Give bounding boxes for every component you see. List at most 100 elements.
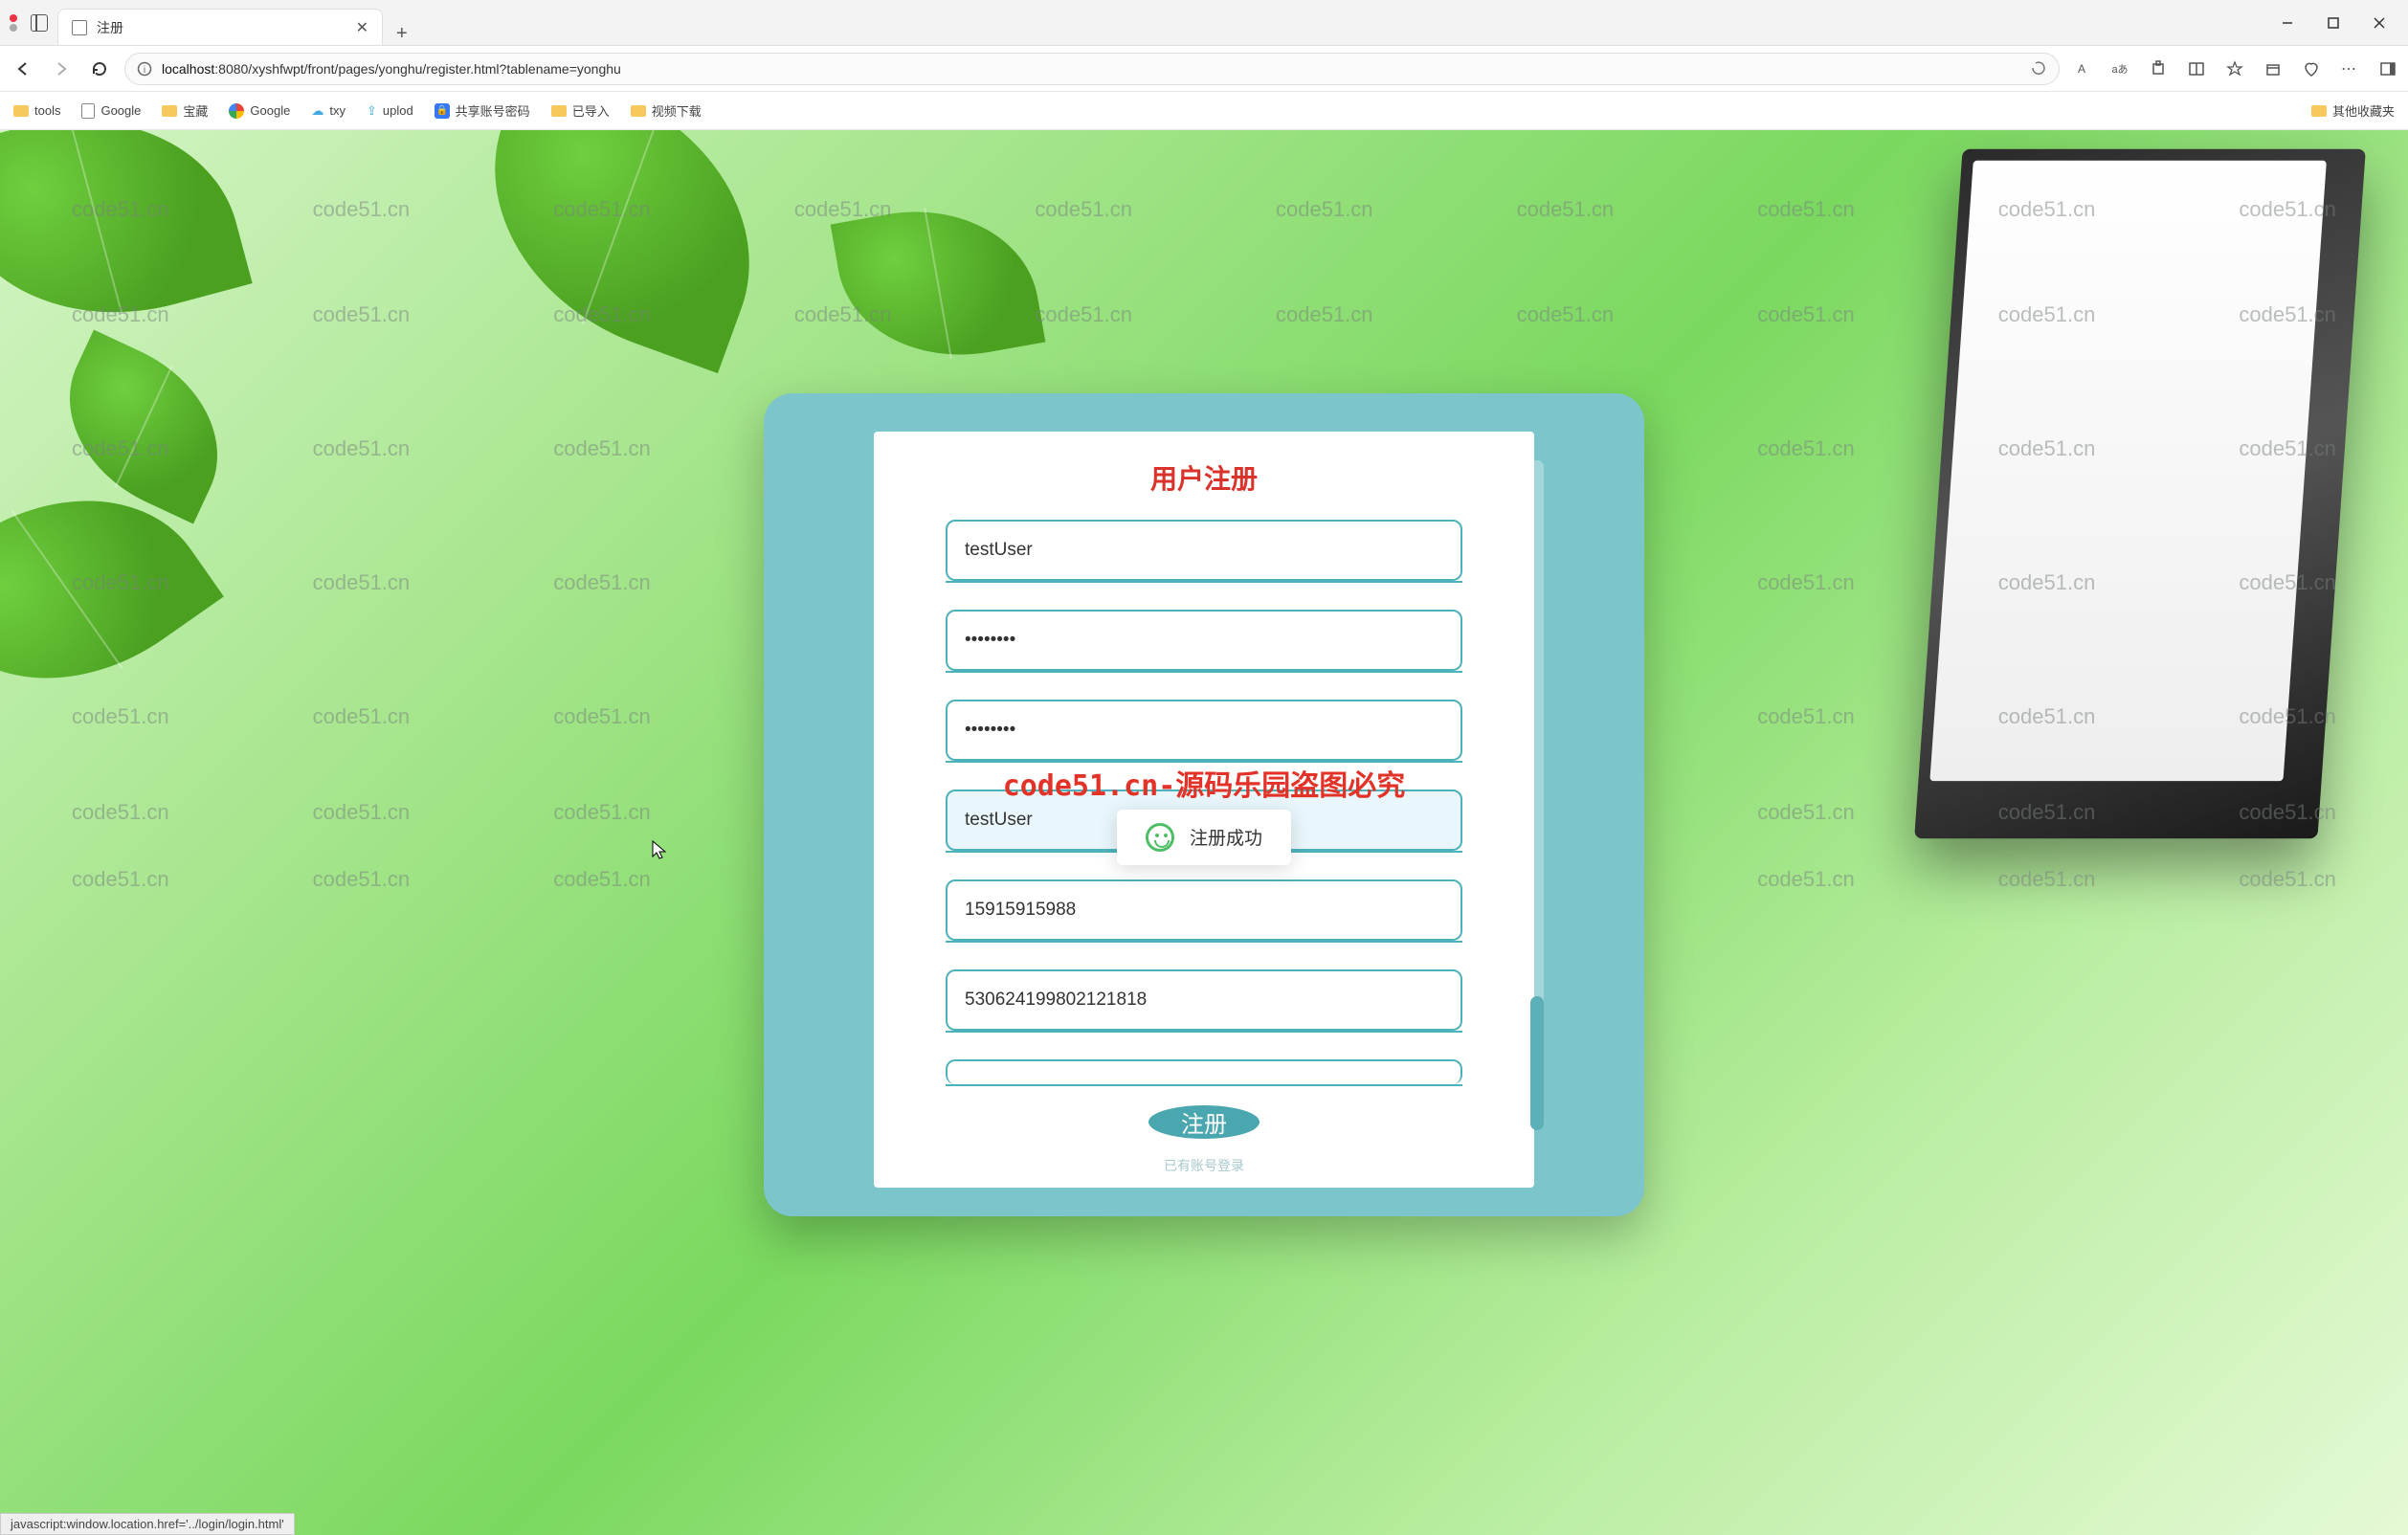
tabbar: 注册 ✕ + [57, 0, 2259, 45]
extensions-button[interactable] [2148, 58, 2169, 79]
bookmark-item[interactable]: 🔒共享账号密码 [435, 101, 530, 120]
bookmark-item[interactable]: 已导入 [551, 101, 610, 120]
back-button[interactable] [10, 56, 36, 82]
other-bookmarks[interactable]: 其他收藏夹 [2311, 101, 2395, 120]
watermark-center-text: code51.cn-源码乐园盗图必究 [1003, 762, 1406, 804]
picture-frame-decoration [1914, 149, 2366, 838]
confirm-password-input[interactable] [946, 700, 1462, 761]
watermark-text: code51.cn [1276, 197, 1373, 222]
username-input[interactable] [946, 520, 1462, 581]
watermark-text: code51.cn [313, 197, 411, 222]
watermark-text: code51.cn [72, 704, 169, 729]
favorites-button[interactable] [2224, 58, 2245, 79]
favicon-icon [72, 20, 87, 35]
bookmark-item[interactable]: Google [229, 103, 290, 119]
close-window-button[interactable] [2358, 8, 2400, 38]
watermark-text: code51.cn [553, 867, 651, 892]
page-viewport: code51.cn code51.cn code51.cn code51.cn code… [0, 130, 2408, 1535]
watermark-text: code51.cn [1517, 197, 1615, 222]
toast-message: 注册成功 [1190, 824, 1262, 850]
browser-titlebar: 注册 ✕ + [0, 0, 2408, 46]
scrollbar-thumb[interactable] [1530, 996, 1544, 1130]
upload-icon: ⇪ [367, 103, 377, 119]
watermark-text: code51.cn [1517, 302, 1615, 327]
watermark-text: code51.cn [1998, 867, 2096, 892]
phone-input[interactable] [946, 879, 1462, 941]
success-toast: 注册成功 [1117, 810, 1291, 865]
more-button[interactable]: ⋯ [2339, 58, 2360, 79]
url-text: localhost:8080/xyshfwpt/front/pages/yong… [162, 61, 2020, 77]
address-bar: i localhost:8080/xyshfwpt/front/pages/yo… [0, 46, 2408, 92]
watermark-text: code51.cn [553, 436, 651, 461]
watermark-text: code51.cn [1757, 302, 1855, 327]
cloud-icon: ☁ [311, 103, 323, 119]
forward-button[interactable] [48, 56, 75, 82]
maximize-button[interactable] [2312, 8, 2354, 38]
minimize-button[interactable] [2266, 8, 2308, 38]
bookmarks-bar: tools Google 宝藏 Google ☁txy ⇪uplod 🔒共享账号… [0, 92, 2408, 130]
lock-icon: 🔒 [435, 103, 450, 119]
watermark-text: code51.cn [313, 436, 411, 461]
watermark-text: code51.cn [313, 704, 411, 729]
watermark-text: code51.cn [1757, 704, 1855, 729]
watermark-text: code51.cn [1276, 302, 1373, 327]
watermark-text: code51.cn [313, 302, 411, 327]
watermark-text: code51.cn [313, 800, 411, 825]
folder-icon [13, 105, 29, 117]
window-controls [2259, 8, 2408, 38]
split-screen-button[interactable] [2186, 58, 2207, 79]
bookmark-item[interactable]: ⇪uplod [367, 103, 413, 119]
watermark-text: code51.cn [553, 800, 651, 825]
collections-button[interactable] [2263, 58, 2284, 79]
refresh-button[interactable] [86, 56, 113, 82]
register-panel: 用户注册 注册 已有账号登录 code51.cn-源码乐园盗图必究 注册成功 [764, 393, 1644, 1216]
watermark-text: code51.cn [1757, 197, 1855, 222]
watermark-text: code51.cn [2239, 867, 2336, 892]
watermark-text: code51.cn [72, 800, 169, 825]
register-form: 用户注册 注册 已有账号登录 code51.cn-源码乐园盗图必究 注册成功 [874, 432, 1534, 1188]
leaf-decoration [831, 191, 1046, 375]
url-box[interactable]: i localhost:8080/xyshfwpt/front/pages/yo… [124, 53, 2060, 85]
leaf-decoration [37, 330, 250, 524]
status-bar: javascript:window.location.href='../logi… [0, 1513, 295, 1535]
leaf-decoration [448, 130, 796, 373]
folder-icon [162, 105, 177, 117]
browser-essentials-button[interactable] [2301, 58, 2322, 79]
bookmark-item[interactable]: ☁txy [311, 103, 346, 119]
retry-icon[interactable] [2030, 60, 2047, 78]
site-info-icon[interactable]: i [137, 61, 152, 77]
browser-tab[interactable]: 注册 ✕ [57, 9, 383, 45]
folder-icon [631, 105, 646, 117]
bookmark-item[interactable]: 视频下载 [631, 101, 702, 120]
extra-input[interactable] [946, 1059, 1462, 1084]
watermark-text: code51.cn [72, 867, 169, 892]
tab-title: 注册 [97, 18, 346, 37]
watermark-text: code51.cn [1757, 436, 1855, 461]
watermark-text: code51.cn [313, 867, 411, 892]
watermark-text: code51.cn [1757, 570, 1855, 595]
smile-icon [1146, 823, 1174, 852]
register-title: 用户注册 [1150, 458, 1258, 497]
watermark-text: code51.cn [313, 570, 411, 595]
watermark-text: code51.cn [553, 704, 651, 729]
dot-icon [10, 24, 17, 32]
bookmark-item[interactable]: tools [13, 103, 60, 118]
sidebar-toggle-button[interactable] [2377, 58, 2398, 79]
register-button[interactable]: 注册 [1148, 1105, 1260, 1139]
password-input[interactable] [946, 610, 1462, 671]
tab-close-button[interactable]: ✕ [356, 18, 368, 37]
watermark-text: code51.cn [553, 570, 651, 595]
addrbar-actions: A aあ ⋯ [2071, 58, 2398, 79]
new-tab-button[interactable]: + [383, 23, 421, 45]
bookmark-item[interactable]: 宝藏 [162, 101, 208, 120]
reader-mode-button[interactable]: A [2071, 58, 2092, 79]
watermark-text: code51.cn [1035, 197, 1132, 222]
login-link[interactable]: 已有账号登录 [1164, 1156, 1244, 1175]
bookmark-item[interactable]: Google [81, 103, 141, 119]
watermark-text: code51.cn [1035, 302, 1132, 327]
translate-button[interactable]: aあ [2109, 58, 2130, 79]
idcard-input[interactable] [946, 969, 1462, 1031]
watermark-text: code51.cn [1757, 867, 1855, 892]
profile-group [0, 14, 57, 32]
workspaces-icon[interactable] [31, 14, 48, 32]
